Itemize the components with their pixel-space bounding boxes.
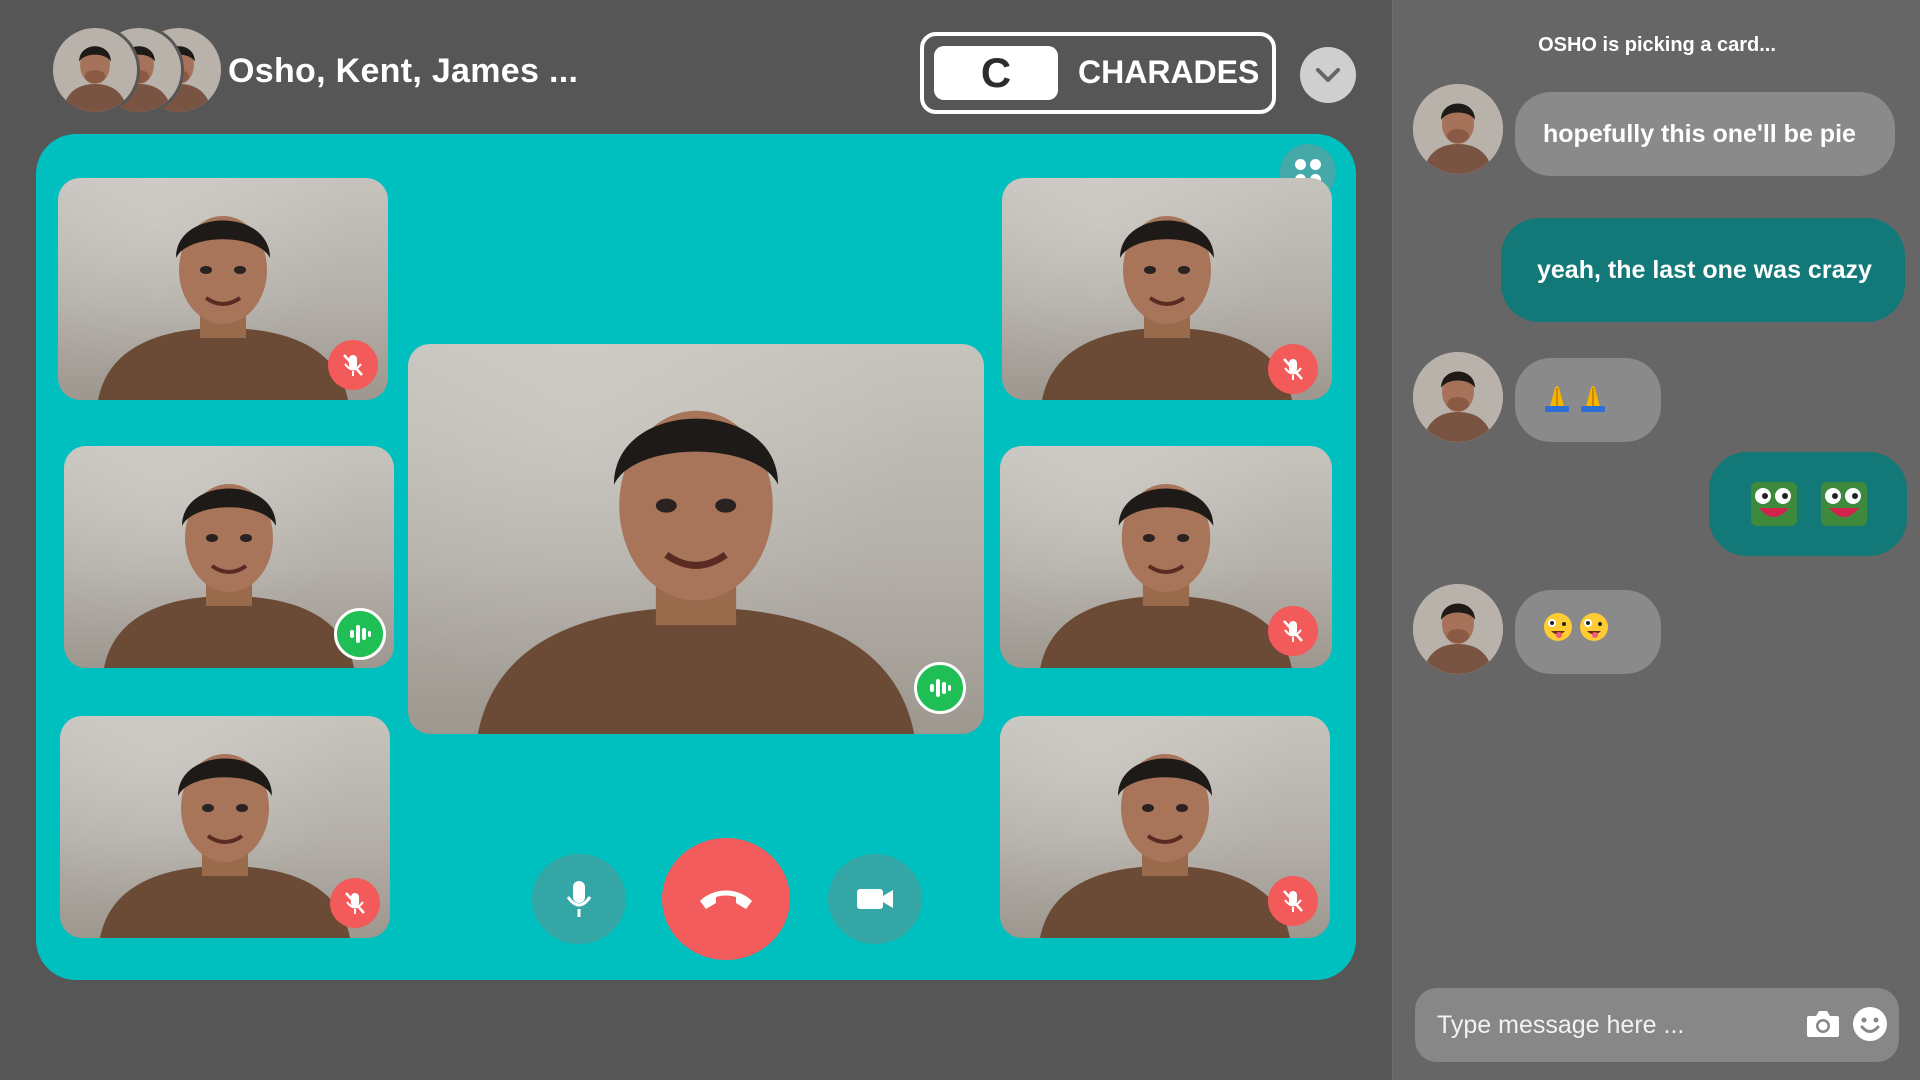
muted-badge bbox=[1268, 606, 1318, 656]
folded-hands-emoji bbox=[1545, 386, 1569, 412]
microphone-off-icon bbox=[1283, 890, 1303, 912]
speaking-badge bbox=[334, 608, 386, 660]
avatar bbox=[1413, 584, 1503, 674]
audio-wave-icon bbox=[350, 625, 371, 643]
muted-badge bbox=[328, 340, 378, 390]
incoming-message-bubble bbox=[1515, 358, 1661, 442]
main-speaker-tile[interactable] bbox=[408, 344, 984, 734]
game-selector[interactable]: C CHARADES bbox=[920, 32, 1276, 114]
call-header: Osho, Kent, James ... C CHARADES bbox=[0, 0, 1392, 130]
muted-badge bbox=[1268, 344, 1318, 394]
video-tile[interactable] bbox=[60, 716, 390, 938]
audio-wave-icon bbox=[930, 679, 951, 697]
camera-button[interactable] bbox=[1805, 1008, 1841, 1045]
video-tile[interactable] bbox=[1000, 446, 1332, 668]
game-name: CHARADES bbox=[1078, 54, 1260, 90]
video-camera-icon bbox=[857, 889, 893, 909]
zany-face-emoji bbox=[1544, 613, 1572, 641]
pepe-emote bbox=[1821, 482, 1867, 526]
outgoing-message-bubble: yeah, the last one was crazy bbox=[1501, 218, 1905, 322]
end-call-button[interactable] bbox=[662, 838, 790, 960]
hang-up-icon bbox=[700, 890, 752, 909]
pepe-emote bbox=[1751, 482, 1797, 526]
message-composer bbox=[1415, 988, 1899, 1062]
message-text: yeah, the last one was crazy bbox=[1537, 256, 1872, 284]
main-area: Osho, Kent, James ... C CHARADES bbox=[0, 0, 1392, 1080]
zany-face-emoji bbox=[1580, 613, 1608, 641]
video-call-panel bbox=[36, 134, 1356, 980]
game-letter-badge: C bbox=[934, 46, 1058, 100]
toggle-video-button[interactable] bbox=[828, 854, 922, 944]
video-tile[interactable] bbox=[1002, 178, 1332, 400]
microphone-icon bbox=[566, 881, 592, 917]
game-status-text: OSHO is picking a card... bbox=[1538, 34, 1776, 56]
participant-avatar-stack[interactable] bbox=[50, 25, 224, 117]
microphone-off-icon bbox=[345, 892, 365, 914]
avatar bbox=[1413, 84, 1503, 174]
emoji-picker-button[interactable] bbox=[1851, 1005, 1889, 1048]
message-text: hopefully this one'll be pie bbox=[1543, 120, 1856, 148]
camera-icon bbox=[1807, 1011, 1839, 1037]
video-tile[interactable] bbox=[1000, 716, 1330, 938]
outgoing-message-bubble bbox=[1709, 452, 1907, 556]
video-tile[interactable] bbox=[64, 446, 394, 668]
muted-badge bbox=[330, 878, 380, 928]
chevron-down-icon bbox=[1316, 68, 1340, 82]
avatar bbox=[50, 25, 140, 115]
smiley-icon bbox=[1853, 1007, 1887, 1041]
avatar bbox=[1413, 352, 1503, 442]
microphone-off-icon bbox=[1283, 620, 1303, 642]
microphone-off-icon bbox=[1283, 358, 1303, 380]
incoming-message-bubble bbox=[1515, 590, 1661, 674]
video-tile[interactable] bbox=[58, 178, 388, 400]
incoming-message-bubble: hopefully this one'll be pie bbox=[1515, 92, 1895, 176]
folded-hands-emoji bbox=[1581, 386, 1605, 412]
participant-video bbox=[408, 344, 984, 734]
microphone-off-icon bbox=[343, 354, 363, 376]
muted-badge bbox=[1268, 876, 1318, 926]
speaking-badge bbox=[914, 662, 966, 714]
mute-microphone-button[interactable] bbox=[532, 854, 626, 944]
message-input[interactable] bbox=[1437, 1006, 1767, 1044]
group-name[interactable]: Osho, Kent, James ... bbox=[228, 52, 578, 91]
more-options-button[interactable] bbox=[1300, 47, 1356, 103]
chat-sidebar: OSHO is picking a card... hopefully this… bbox=[1392, 0, 1920, 1080]
